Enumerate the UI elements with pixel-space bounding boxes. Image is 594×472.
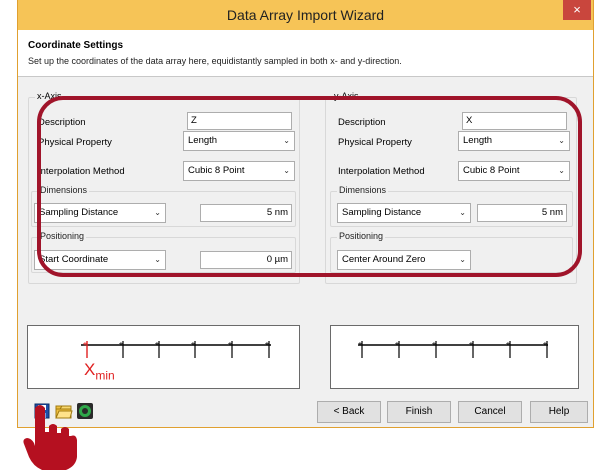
- dropdown-arrow-icon: ⌄: [154, 255, 161, 264]
- page-title: Coordinate Settings: [28, 40, 124, 51]
- svg-text:*: *: [119, 341, 123, 352]
- x-axis-sample-points: * * * * * *: [83, 341, 269, 352]
- cancel-button[interactable]: Cancel: [458, 401, 522, 423]
- x-min-sub: min: [95, 368, 115, 383]
- x-dimensions-mode-select[interactable]: Sampling Distance ⌄: [34, 203, 166, 223]
- y-axis-sample-points: * * * * * *: [358, 341, 547, 352]
- dropdown-arrow-icon: ⌄: [558, 136, 565, 145]
- y-axis-preview-drawing: * * * * * *: [358, 341, 548, 358]
- y-dimensions-title: Dimensions: [337, 185, 389, 195]
- y-dimensions-mode-select[interactable]: Sampling Distance ⌄: [337, 203, 471, 223]
- svg-text:*: *: [83, 341, 87, 352]
- dropdown-arrow-icon: ⌄: [558, 166, 565, 175]
- y-positioning-mode-value: Center Around Zero: [342, 254, 426, 265]
- y-positioning-title: Positioning: [337, 231, 386, 241]
- dropdown-arrow-icon: ⌄: [283, 136, 290, 145]
- dropdown-arrow-icon: ⌄: [283, 166, 290, 175]
- hand-pointer-icon: [23, 405, 77, 470]
- x-axis-ticks: [122, 341, 270, 358]
- y-interpolation-value: Cubic 8 Point: [463, 165, 520, 176]
- x-dimensions-title: Dimensions: [38, 185, 90, 195]
- dropdown-arrow-icon: ⌄: [459, 255, 466, 264]
- back-button[interactable]: < Back: [317, 401, 381, 423]
- y-description-input[interactable]: X: [462, 112, 567, 130]
- x-axis-group-title: x-Axis: [35, 91, 64, 101]
- x-positioning-title: Positioning: [38, 231, 87, 241]
- title-bar: Data Array Import Wizard ×: [18, 0, 593, 30]
- y-interpolation-select[interactable]: Cubic 8 Point ⌄: [458, 161, 570, 181]
- x-interpolation-label: Interpolation Method: [38, 166, 125, 177]
- dropdown-arrow-icon: ⌄: [459, 208, 466, 217]
- x-dimensions-value-input[interactable]: 5 nm: [200, 204, 292, 222]
- wizard-header: Coordinate Settings Set up the coordinat…: [18, 30, 593, 76]
- x-positioning-value-input[interactable]: 0 µm: [200, 251, 292, 269]
- x-physical-property-select[interactable]: Length ⌄: [183, 131, 295, 151]
- wizard-window: Data Array Import Wizard × Coordinate Se…: [17, 0, 594, 428]
- x-interpolation-value: Cubic 8 Point: [188, 165, 245, 176]
- y-axis-ticks: [361, 341, 548, 358]
- x-min-main: X: [84, 360, 96, 379]
- page-subtitle: Set up the coordinates of the data array…: [28, 56, 402, 66]
- x-positioning-mode-select[interactable]: Start Coordinate ⌄: [34, 250, 166, 270]
- svg-text:*: *: [191, 341, 195, 352]
- y-dimensions-value-input[interactable]: 5 nm: [477, 204, 567, 222]
- header-separator: [18, 76, 593, 77]
- svg-text:*: *: [506, 341, 510, 352]
- x-description-label: Description: [38, 117, 86, 128]
- x-description-input[interactable]: Z: [187, 112, 292, 130]
- help-button[interactable]: Help: [530, 401, 588, 423]
- x-axis-preview-drawing: * * * * * *: [81, 341, 271, 358]
- svg-text:*: *: [358, 341, 362, 352]
- y-positioning-mode-select[interactable]: Center Around Zero ⌄: [337, 250, 471, 270]
- svg-text:*: *: [395, 341, 399, 352]
- x-positioning-mode-value: Start Coordinate: [39, 254, 109, 265]
- y-physical-property-value: Length: [463, 135, 493, 146]
- dropdown-arrow-icon: ⌄: [154, 208, 161, 217]
- svg-text:*: *: [543, 341, 547, 352]
- y-axis-group-title: y-Axis: [332, 91, 361, 101]
- svg-text:*: *: [469, 341, 473, 352]
- close-button[interactable]: ×: [563, 0, 591, 20]
- svg-text:*: *: [265, 341, 269, 352]
- y-physical-property-select[interactable]: Length ⌄: [458, 131, 570, 151]
- svg-text:*: *: [228, 341, 232, 352]
- y-dimensions-mode-value: Sampling Distance: [342, 207, 422, 218]
- x-axis-preview: * * * * * *: [27, 325, 300, 389]
- x-interpolation-select[interactable]: Cubic 8 Point ⌄: [183, 161, 295, 181]
- y-axis-preview: * * * * * *: [330, 325, 579, 389]
- y-description-label: Description: [338, 117, 386, 128]
- y-interpolation-label: Interpolation Method: [338, 166, 425, 177]
- x-physical-property-label: Physical Property: [38, 137, 112, 148]
- y-physical-property-label: Physical Property: [338, 137, 412, 148]
- x-min-label: Xmin: [84, 360, 115, 382]
- window-title: Data Array Import Wizard: [226, 7, 385, 23]
- finish-button[interactable]: Finish: [387, 401, 451, 423]
- x-dimensions-mode-value: Sampling Distance: [39, 207, 119, 218]
- svg-text:*: *: [155, 341, 159, 352]
- svg-text:*: *: [432, 341, 436, 352]
- x-physical-property-value: Length: [188, 135, 218, 146]
